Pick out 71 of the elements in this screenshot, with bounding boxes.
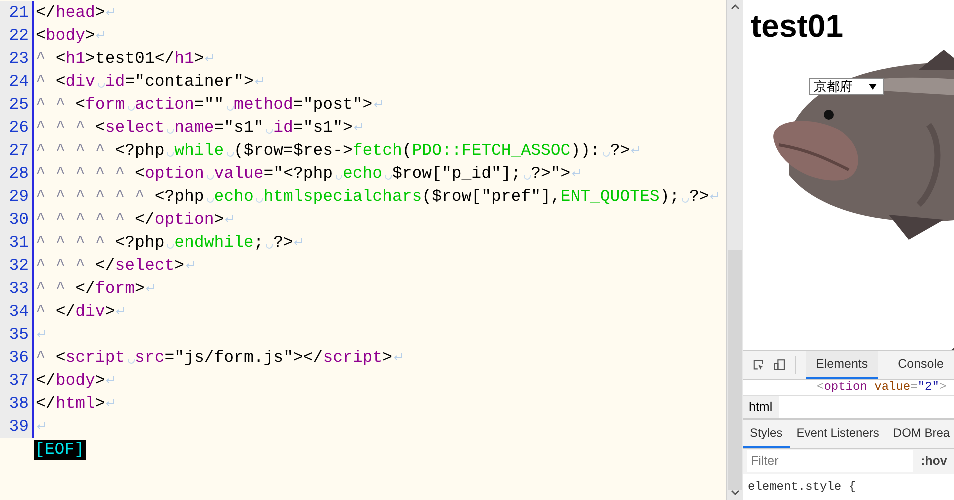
filter-field[interactable]: Filter	[747, 450, 913, 472]
styles-tab[interactable]: Event Listeners	[790, 420, 886, 448]
return-icon	[294, 238, 304, 247]
return-icon	[254, 77, 264, 86]
code-line: </html>	[35, 394, 106, 413]
code-line: ^ ^ ^ ^ <?php endwhile; ?>	[35, 231, 294, 254]
code-line: <body>	[35, 26, 96, 45]
line-number: 21	[9, 3, 30, 22]
return-icon	[146, 284, 155, 293]
return-icon	[225, 215, 234, 224]
line-number: 36	[9, 348, 30, 367]
line-number: 33	[9, 279, 30, 298]
line-number: 29	[9, 187, 30, 206]
hov-toggle[interactable]: :hov	[921, 454, 948, 468]
code-line: </head>	[35, 3, 106, 22]
prefecture-select[interactable]: 京都府	[809, 78, 884, 95]
return-icon	[205, 54, 214, 63]
code-line: ^ </div>	[35, 302, 116, 321]
code-line: ^ ^ <form action="" method="post">	[35, 93, 373, 116]
style-rule: element.style {	[747, 479, 858, 496]
caret-icon	[869, 84, 877, 90]
line-number: 34	[9, 302, 30, 321]
return-icon	[631, 146, 640, 155]
code-line: ^ ^ ^ ^ ^ <option value="<?php echo $row["p_id"]; ?>">	[35, 162, 571, 185]
return-icon	[354, 123, 363, 132]
return-icon	[710, 192, 720, 201]
scroll-up-icon[interactable]	[730, 4, 740, 10]
return-icon	[394, 353, 403, 362]
line-number: 25	[9, 95, 30, 114]
styles-tab[interactable]: DOM Brea	[886, 420, 954, 448]
code-line: </body>	[35, 371, 106, 390]
scroll-thumb[interactable]	[728, 250, 742, 490]
device-icon[interactable]	[774, 357, 786, 374]
line-number: 24	[9, 72, 30, 91]
return-icon	[106, 8, 116, 17]
code-line: ^ ^ ^ ^ ^ </option>	[35, 210, 224, 229]
line-number: 28	[9, 164, 30, 183]
return-icon	[572, 169, 581, 178]
line-number: 27	[9, 141, 30, 160]
code-line: ^ <script src="js/form.js"></script>	[35, 346, 393, 369]
page-heading: test01	[750, 7, 844, 45]
line-number: 32	[9, 256, 30, 275]
line-number: 23	[9, 49, 30, 68]
breadcrumb[interactable]: html	[743, 396, 779, 418]
line-number: 30	[9, 210, 30, 229]
return-icon	[96, 31, 106, 40]
code-line: ^ ^ ^ ^ ^ ^ <?php echo htmlspecialchars($row["pref"],ENT_QUOTES); ?>	[35, 185, 710, 208]
return-icon	[374, 100, 383, 109]
return-icon	[106, 376, 116, 385]
return-icon	[37, 330, 46, 339]
code-line: ^ ^ ^ ^ <?php while ($row=$res->fetch(PDO::FETCH_ASSOC)): ?>	[35, 139, 630, 162]
eof-marker: [EOF]	[34, 440, 86, 460]
devtools-tab[interactable]: Console	[888, 351, 954, 380]
line-number: 38	[9, 394, 30, 413]
code-line: ^ ^ ^ </select>	[35, 256, 185, 275]
return-icon	[37, 422, 46, 431]
return-icon	[106, 399, 116, 408]
line-number: 26	[9, 118, 30, 137]
return-icon	[116, 307, 126, 316]
devtools-tab[interactable]: Elements	[806, 351, 878, 380]
code-line: ^ <div id="container">	[35, 70, 254, 93]
line-number: 22	[9, 26, 30, 45]
return-icon	[186, 261, 195, 270]
line-number: 39	[9, 417, 30, 436]
scroll-down-icon[interactable]	[730, 490, 740, 496]
line-number: 31	[9, 233, 30, 252]
code-line: ^ <h1>test01</h1>	[35, 49, 204, 68]
line-number: 35	[9, 325, 30, 344]
code-line: ^ ^ ^ <select name="s1" id="s1">	[35, 116, 353, 139]
line-number: 37	[9, 371, 30, 390]
code-line: ^ ^ </form>	[35, 279, 145, 298]
